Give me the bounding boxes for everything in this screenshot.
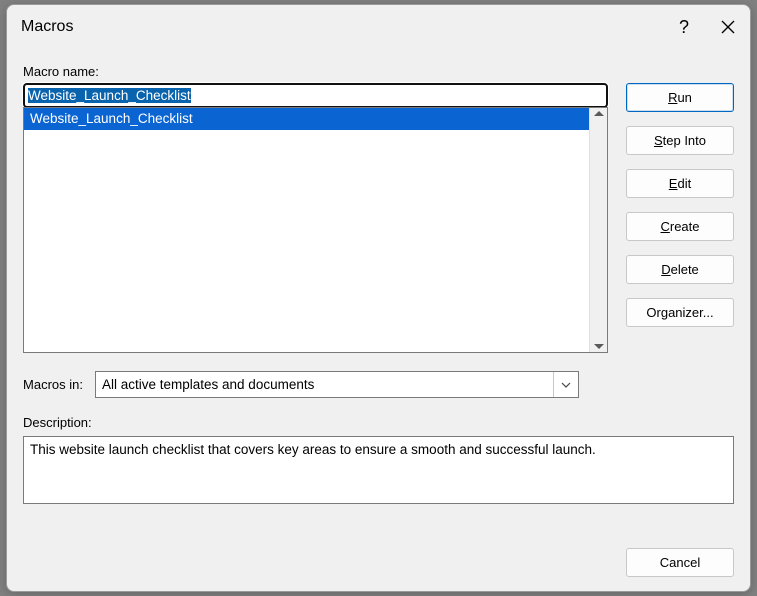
macro-listbox[interactable]: Website_Launch_Checklist xyxy=(23,107,608,353)
macro-name-label: Macro name: xyxy=(23,59,608,83)
macros-in-combobox[interactable]: All active templates and documents xyxy=(95,371,579,398)
macros-dialog: Macros ? Macro name: Website_Launch_Chec… xyxy=(6,4,751,592)
dialog-title: Macros xyxy=(21,18,662,36)
footer: Cancel xyxy=(23,532,734,577)
scroll-down-icon[interactable] xyxy=(594,344,604,349)
create-button[interactable]: Create xyxy=(626,212,734,241)
delete-button[interactable]: Delete xyxy=(626,255,734,284)
top-area: Macro name: Website_Launch_Checklist Mac… xyxy=(23,59,734,434)
scroll-up-icon[interactable] xyxy=(594,111,604,116)
left-column: Macro name: Website_Launch_Checklist Mac… xyxy=(23,59,608,434)
description-label: Description: xyxy=(23,410,608,434)
close-button[interactable] xyxy=(706,5,750,49)
chevron-down-icon xyxy=(561,382,571,388)
edit-button[interactable]: Edit xyxy=(626,169,734,198)
close-icon xyxy=(721,20,735,34)
right-column: Run Step Into Edit Create Delete Organiz… xyxy=(626,59,734,434)
step-into-button[interactable]: Step Into xyxy=(626,126,734,155)
list-item[interactable]: Website_Launch_Checklist xyxy=(24,108,589,130)
combo-dropdown-button[interactable] xyxy=(553,372,578,397)
macro-list[interactable]: Website_Launch_Checklist xyxy=(24,108,589,352)
cancel-button[interactable]: Cancel xyxy=(626,548,734,577)
dialog-body: Macro name: Website_Launch_Checklist Mac… xyxy=(7,49,750,591)
macros-in-label: Macros in: xyxy=(23,377,83,392)
macros-in-value: All active templates and documents xyxy=(96,377,553,392)
help-button[interactable]: ? xyxy=(662,5,706,49)
titlebar: Macros ? xyxy=(7,5,750,49)
scrollbar[interactable] xyxy=(589,108,607,352)
run-button[interactable]: Run xyxy=(626,83,734,112)
macro-name-input[interactable] xyxy=(23,83,608,108)
organizer-button[interactable]: Organizer... xyxy=(626,298,734,327)
description-box: This website launch checklist that cover… xyxy=(23,436,734,504)
macros-in-row: Macros in: All active templates and docu… xyxy=(23,371,608,398)
